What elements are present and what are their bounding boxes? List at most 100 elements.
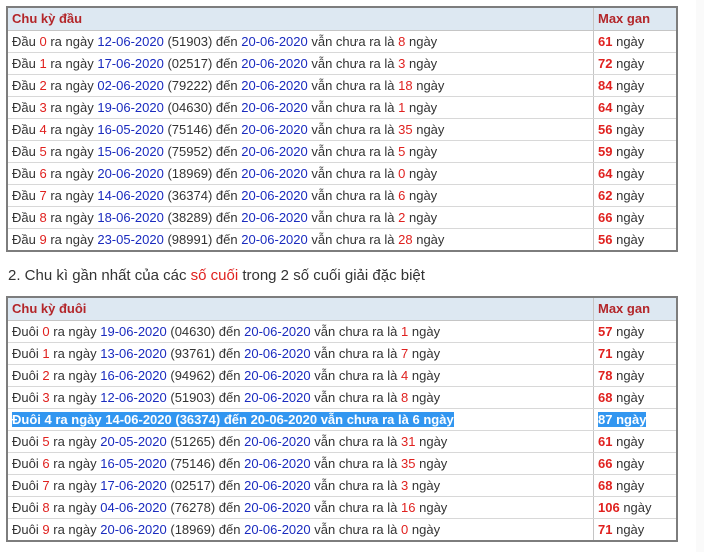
result-code: (94962) <box>170 368 216 383</box>
ngay-label: ngày <box>411 324 441 339</box>
cycle-text: Đầu 1 ra ngày 17-06-2020 (02517) đến 20-… <box>12 56 437 71</box>
row-prefix: Đuôi <box>12 434 39 449</box>
last-date: 15-06-2020 <box>97 144 164 159</box>
table-row: Đầu 4 ra ngày 16-05-2020 (75146) đến 20-… <box>8 119 676 141</box>
last-date: 12-06-2020 <box>97 34 164 49</box>
max-gan-cell: 56 ngày <box>594 229 676 250</box>
cycle-text: Đầu 8 ra ngày 18-06-2020 (38289) đến 20-… <box>12 210 437 225</box>
row-prefix: Đuôi <box>12 368 39 383</box>
digit-value: 2 <box>39 78 47 93</box>
ngay-label: ngày <box>423 412 454 427</box>
cycle-cell: Đầu 0 ra ngày 12-06-2020 (51903) đến 20-… <box>8 31 594 52</box>
max-gan-text: 78 ngày <box>598 368 644 383</box>
table-row: Đuôi 3 ra ngày 12-06-2020 (51903) đến 20… <box>8 387 676 409</box>
result-code: (38289) <box>167 210 213 225</box>
max-gan-cell: 87 ngày <box>594 409 676 430</box>
ra-ngay-label: ra ngày <box>50 144 94 159</box>
van-chua-label: vẫn chưa ra là <box>311 56 395 71</box>
ngay-label: ngày <box>408 166 438 181</box>
result-code: (98991) <box>167 232 213 247</box>
last-date: 14-06-2020 <box>97 188 164 203</box>
result-code: (04630) <box>170 324 216 339</box>
cycle-cell: Đuôi 2 ra ngày 16-06-2020 (94962) đến 20… <box>8 365 594 386</box>
to-date: 20-06-2020 <box>241 78 308 93</box>
row-prefix: Đuôi <box>12 324 39 339</box>
to-date: 20-06-2020 <box>244 522 311 537</box>
to-date: 20-06-2020 <box>244 456 311 471</box>
ngay-label: ngày <box>616 188 645 203</box>
days-count: 18 <box>398 78 413 93</box>
max-gan-cell: 64 ngày <box>594 163 676 184</box>
cycle-text: Đuôi 1 ra ngày 13-06-2020 (93761) đến 20… <box>12 346 440 361</box>
cycle-text: Đầu 7 ra ngày 14-06-2020 (36374) đến 20-… <box>12 188 437 203</box>
ra-ngay-label: ra ngày <box>50 188 94 203</box>
result-code: (79222) <box>167 78 213 93</box>
max-gan-cell: 71 ngày <box>594 343 676 364</box>
last-date: 02-06-2020 <box>97 78 164 93</box>
max-gan-value: 61 <box>598 434 613 449</box>
cycle-cell: Đầu 2 ra ngày 02-06-2020 (79222) đến 20-… <box>8 75 594 96</box>
ngay-label: ngày <box>616 144 645 159</box>
days-count: 0 <box>401 522 409 537</box>
row-prefix: Đầu <box>12 232 36 247</box>
max-gan-text: 72 ngày <box>598 56 644 71</box>
result-code: (18969) <box>167 166 213 181</box>
max-gan-text: 56 ngày <box>598 232 644 247</box>
to-date: 20-06-2020 <box>241 166 308 181</box>
max-gan-value: 64 <box>598 166 613 181</box>
den-label: đến <box>215 144 238 159</box>
max-gan-text: 84 ngày <box>598 78 644 93</box>
den-label: đến <box>215 210 238 225</box>
cycle-text: Đuôi 8 ra ngày 04-06-2020 (76278) đến 20… <box>12 500 447 515</box>
den-label: đến <box>218 346 241 361</box>
cycle-text: Đuôi 9 ra ngày 20-06-2020 (18969) đến 20… <box>12 522 440 537</box>
table-row: Đuôi 6 ra ngày 16-05-2020 (75146) đến 20… <box>8 453 676 475</box>
section-heading: 2. Chu kì gần nhất của các số cuối trong… <box>8 267 425 284</box>
ngay-label: ngày <box>616 56 645 71</box>
table-dau: Chu kỳ đầu Max gan Đầu 0 ra ngày 12-06-2… <box>6 6 678 252</box>
cycle-text: Đầu 2 ra ngày 02-06-2020 (79222) đến 20-… <box>12 78 444 93</box>
den-label: đến <box>218 456 241 471</box>
last-date: 17-06-2020 <box>100 478 167 493</box>
result-code: (04630) <box>167 100 213 115</box>
cycle-cell: Đầu 4 ra ngày 16-05-2020 (75146) đến 20-… <box>8 119 594 140</box>
ngay-label: ngày <box>419 500 448 515</box>
to-date: 20-06-2020 <box>244 390 311 405</box>
den-label: đến <box>215 100 238 115</box>
row-prefix: Đầu <box>12 166 36 181</box>
ra-ngay-label: ra ngày <box>53 324 97 339</box>
table-header: Chu kỳ đuôi Max gan <box>8 298 676 321</box>
ra-ngay-label: ra ngày <box>53 390 97 405</box>
van-chua-label: vẫn chưa ra là <box>311 188 395 203</box>
cycle-text: Đuôi 2 ra ngày 16-06-2020 (94962) đến 20… <box>12 368 440 383</box>
ngay-label: ngày <box>419 456 448 471</box>
max-gan-value: 59 <box>598 144 613 159</box>
max-gan-cell: 71 ngày <box>594 519 676 540</box>
ngay-label: ngày <box>616 78 645 93</box>
max-gan-value: 66 <box>598 210 613 225</box>
row-prefix: Đầu <box>12 210 36 225</box>
van-chua-label: vẫn chưa ra là <box>314 346 398 361</box>
cycle-cell: Đuôi 6 ra ngày 16-05-2020 (75146) đến 20… <box>8 453 594 474</box>
ra-ngay-label: ra ngày <box>50 34 94 49</box>
cycle-text: Đầu 9 ra ngày 23-05-2020 (98991) đến 20-… <box>12 232 444 247</box>
ngay-label: ngày <box>411 368 441 383</box>
max-gan-value: 71 <box>598 346 613 361</box>
table-body: Đuôi 0 ra ngày 19-06-2020 (04630) đến 20… <box>8 321 676 540</box>
ngay-label: ngày <box>411 346 441 361</box>
scrollbar-edge[interactable] <box>696 0 704 552</box>
den-label: đến <box>218 434 241 449</box>
den-label: đến <box>218 522 241 537</box>
to-date: 20-06-2020 <box>241 232 308 247</box>
ngay-label: ngày <box>616 100 645 115</box>
table-row: Đuôi 4 ra ngày 14-06-2020 (36374) đến 20… <box>8 409 676 431</box>
cycle-text: Đầu 4 ra ngày 16-05-2020 (75146) đến 20-… <box>12 122 444 137</box>
max-gan-text: 59 ngày <box>598 144 644 159</box>
to-date: 20-06-2020 <box>241 144 308 159</box>
result-code: (36374) <box>167 188 213 203</box>
max-gan-text: 66 ngày <box>598 210 644 225</box>
cycle-text: Đuôi 4 ra ngày 14-06-2020 (36374) đến 20… <box>12 412 454 427</box>
days-count: 31 <box>401 434 416 449</box>
last-date: 16-05-2020 <box>100 456 167 471</box>
result-code: (51265) <box>170 434 216 449</box>
